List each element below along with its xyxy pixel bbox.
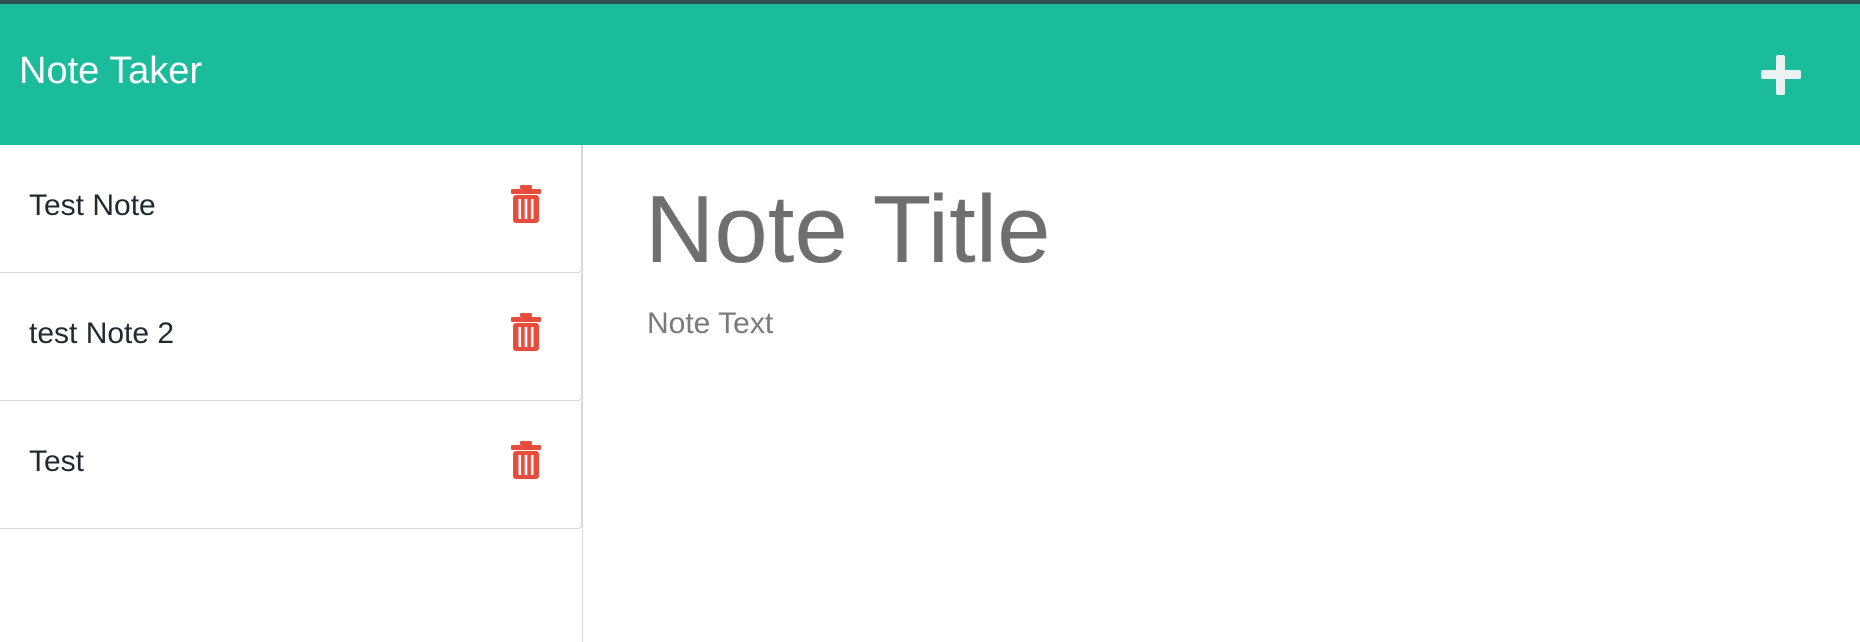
note-list: Test Note test Note 2 Test <box>0 145 582 529</box>
delete-note-button[interactable] <box>510 185 542 223</box>
app-brand[interactable]: Note Taker <box>19 52 202 90</box>
delete-note-button[interactable] <box>510 313 542 351</box>
delete-note-button[interactable] <box>510 441 542 479</box>
note-text-input[interactable] <box>647 307 1747 607</box>
note-item-title[interactable]: Test <box>29 447 84 477</box>
new-note-button[interactable] <box>1754 48 1806 100</box>
note-editor <box>583 145 1860 642</box>
list-item[interactable]: test Note 2 <box>0 273 582 401</box>
list-item[interactable]: Test <box>0 401 582 529</box>
trash-icon <box>511 313 541 351</box>
note-title-input[interactable] <box>645 175 1745 285</box>
note-item-title[interactable]: Test Note <box>29 191 156 221</box>
note-list-sidebar: Test Note test Note 2 Test <box>0 145 583 642</box>
note-item-title[interactable]: test Note 2 <box>29 319 174 349</box>
trash-icon <box>511 441 541 479</box>
list-item[interactable]: Test Note <box>0 145 582 273</box>
navbar: Note Taker <box>0 4 1860 145</box>
trash-icon <box>511 185 541 223</box>
